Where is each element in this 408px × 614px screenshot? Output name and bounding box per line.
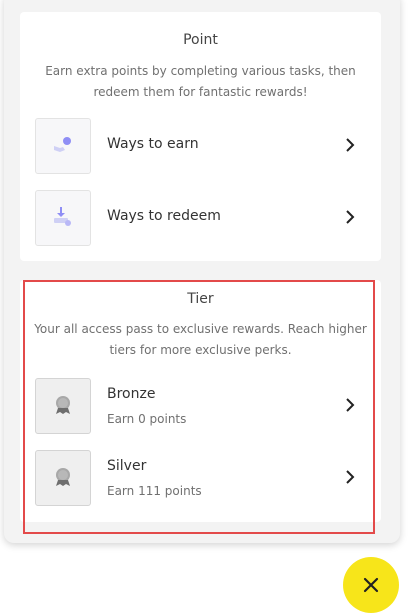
redeem-thumbnail [35, 190, 91, 246]
ways-to-earn-label: Ways to earn [107, 136, 199, 152]
tier-row-bronze[interactable]: Bronze Earn 0 points [35, 378, 365, 434]
bronze-thumbnail [35, 378, 91, 434]
silver-label: Silver [107, 458, 147, 474]
badge-icon [56, 468, 70, 486]
silver-points: Earn 111 points [107, 484, 202, 498]
close-button[interactable] [343, 557, 399, 613]
chevron-right-icon [346, 210, 355, 224]
silver-thumbnail [35, 450, 91, 506]
point-description: Earn extra points by completing various … [45, 64, 356, 99]
bronze-label: Bronze [107, 386, 156, 402]
point-card: Point Earn extra points by completing va… [20, 12, 381, 261]
ways-to-redeem-label: Ways to redeem [107, 208, 221, 224]
chevron-right-icon [346, 138, 355, 152]
earn-icon [54, 137, 71, 152]
close-icon [363, 577, 379, 593]
redeem-icon [54, 207, 71, 226]
tier-row-silver[interactable]: Silver Earn 111 points [35, 450, 365, 506]
badge-icon [56, 396, 70, 414]
chevron-right-icon [346, 470, 355, 484]
point-title: Point [183, 32, 218, 48]
ways-to-redeem-row[interactable]: Ways to redeem [35, 190, 365, 246]
earn-thumbnail [35, 118, 91, 174]
bronze-points: Earn 0 points [107, 412, 187, 426]
tier-description: Your all access pass to exclusive reward… [34, 322, 367, 357]
chevron-right-icon [346, 398, 355, 412]
ways-to-earn-row[interactable]: Ways to earn [35, 118, 365, 174]
tier-card: Tier Your all access pass to exclusive r… [20, 280, 381, 522]
tier-title: Tier [187, 291, 214, 307]
